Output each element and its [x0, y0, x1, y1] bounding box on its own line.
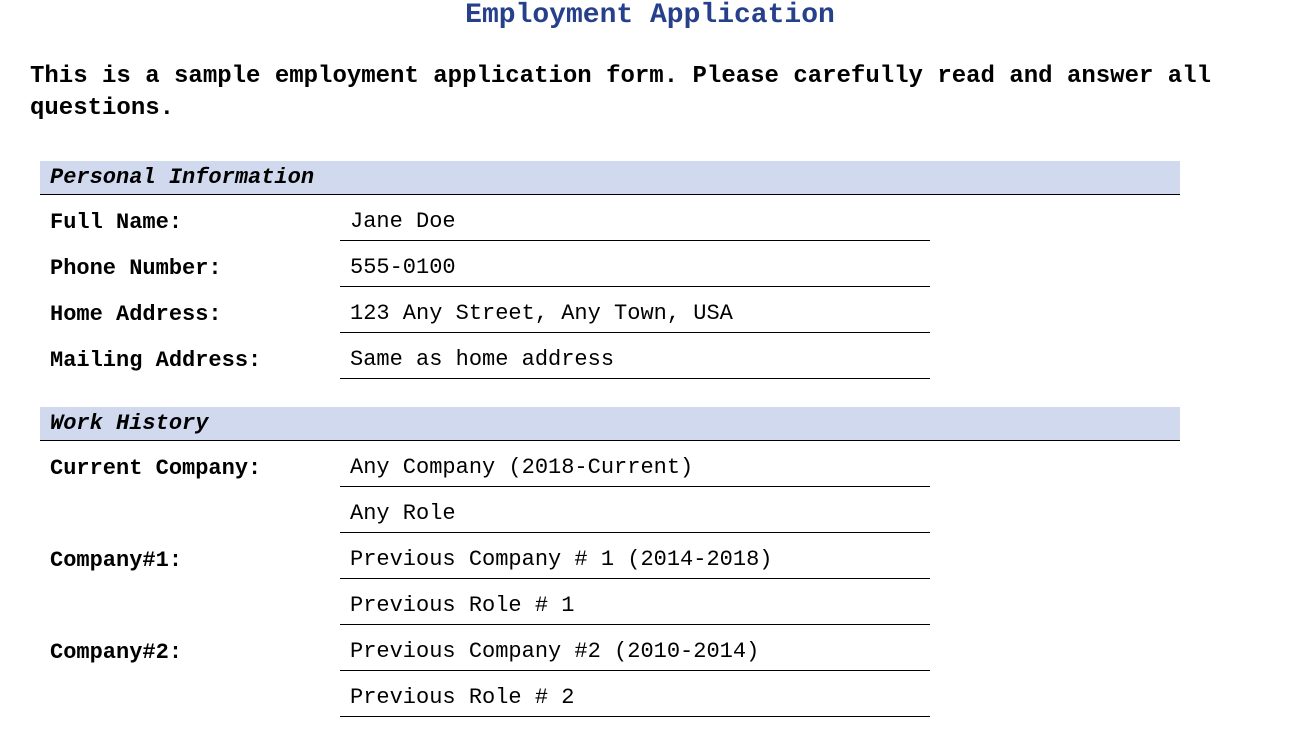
row-company2-role: Previous Role # 2 [40, 671, 1180, 717]
row-home-address: Home Address: 123 Any Street, Any Town, … [40, 287, 1180, 333]
row-company1-role: Previous Role # 1 [40, 579, 1180, 625]
row-full-name: Full Name: Jane Doe [40, 195, 1180, 241]
label-mailing-address: Mailing Address: [40, 348, 340, 379]
label-empty [40, 527, 340, 533]
row-mailing-address: Mailing Address: Same as home address [40, 333, 1180, 379]
section-header-personal: Personal Information [40, 161, 1180, 195]
page-title: Employment Application [20, 0, 1280, 31]
row-current-role: Any Role [40, 487, 1180, 533]
value-current-company: Any Company (2018-Current) [340, 455, 930, 487]
label-phone: Phone Number: [40, 256, 340, 287]
value-home-address: 123 Any Street, Any Town, USA [340, 301, 930, 333]
value-full-name: Jane Doe [340, 209, 930, 241]
label-company1: Company#1: [40, 548, 340, 579]
row-company1: Company#1: Previous Company # 1 (2014-20… [40, 533, 1180, 579]
value-company2-role: Previous Role # 2 [340, 685, 930, 717]
value-current-role: Any Role [340, 501, 930, 533]
value-company1-role: Previous Role # 1 [340, 593, 930, 625]
value-phone: 555-0100 [340, 255, 930, 287]
section-work-history: Work History Current Company: Any Compan… [40, 407, 1180, 717]
intro-text: This is a sample employment application … [30, 61, 1280, 126]
section-header-work: Work History [40, 407, 1180, 441]
label-full-name: Full Name: [40, 210, 340, 241]
row-current-company: Current Company: Any Company (2018-Curre… [40, 441, 1180, 487]
label-home-address: Home Address: [40, 302, 340, 333]
value-company1: Previous Company # 1 (2014-2018) [340, 547, 930, 579]
row-company2: Company#2: Previous Company #2 (2010-201… [40, 625, 1180, 671]
label-empty [40, 619, 340, 625]
application-form: Employment Application This is a sample … [20, 0, 1280, 717]
value-mailing-address: Same as home address [340, 347, 930, 379]
row-phone: Phone Number: 555-0100 [40, 241, 1180, 287]
label-company2: Company#2: [40, 640, 340, 671]
value-company2: Previous Company #2 (2010-2014) [340, 639, 930, 671]
label-current-company: Current Company: [40, 456, 340, 487]
section-personal: Personal Information Full Name: Jane Doe… [40, 161, 1180, 379]
label-empty [40, 711, 340, 717]
